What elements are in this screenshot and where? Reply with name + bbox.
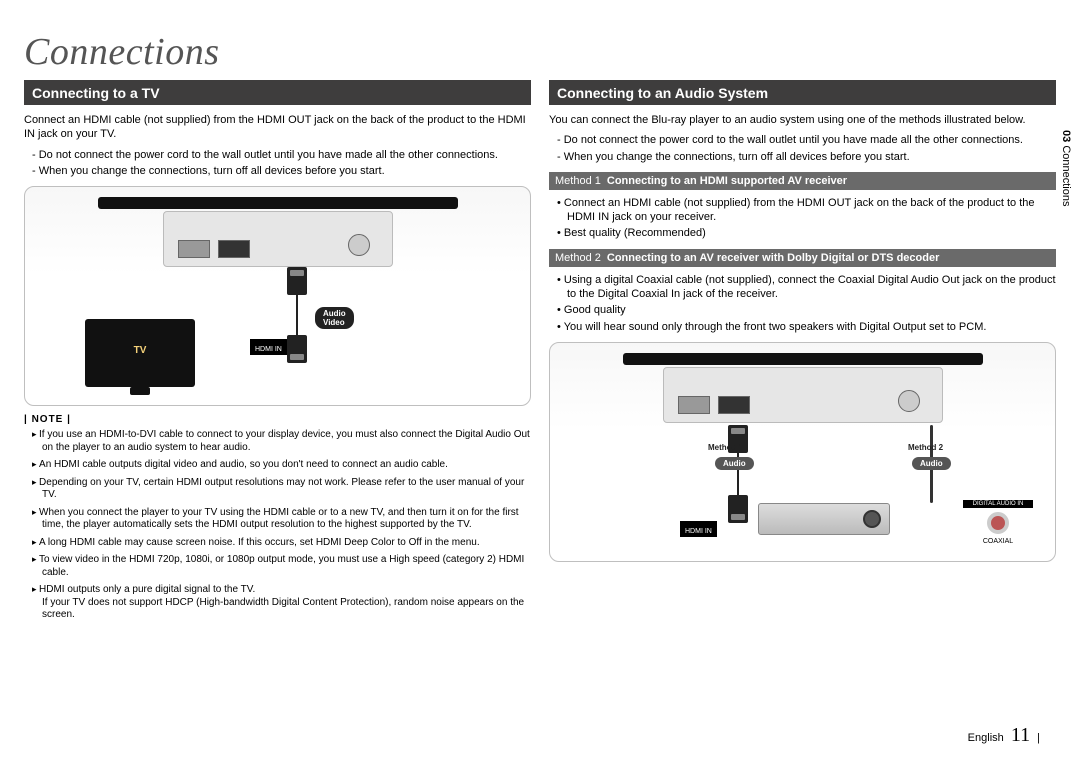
method2-tag: Method 2 <box>555 252 601 264</box>
lan-port-icon <box>678 396 710 414</box>
method1-title: Connecting to an HDMI supported AV recei… <box>607 175 847 187</box>
note-item: Depending on your TV, certain HDMI outpu… <box>32 477 531 502</box>
tv-connection-diagram: Audio Video TV HDMI IN <box>24 186 531 406</box>
coax-footer: COAXIAL <box>963 538 1033 545</box>
player-device <box>98 197 458 209</box>
note-label: | NOTE | <box>24 414 531 425</box>
hdmi-in-label: HDMI IN <box>250 339 287 355</box>
hdmi-cable <box>296 295 298 335</box>
method2-diagram-label: Method 2 <box>908 443 943 452</box>
page-footer: English 11 | <box>968 724 1040 747</box>
bullet-item: Good quality <box>557 303 1056 317</box>
hdmi-plug-icon <box>287 335 307 363</box>
method1-tag: Method 1 <box>555 175 601 187</box>
coaxial-out-port-icon <box>898 390 920 412</box>
audio-pill: Audio <box>715 457 754 470</box>
bullet-item: You will hear sound only through the fro… <box>557 320 1056 334</box>
left-column: Connecting to a TV Connect an HDMI cable… <box>24 80 531 628</box>
warning-item: When you change the connections, turn of… <box>557 150 1056 164</box>
coax-header: DIGITAL AUDIO IN <box>963 500 1033 508</box>
note-item: A long HDMI cable may cause screen noise… <box>32 537 531 550</box>
method2-title: Connecting to an AV receiver with Dolby … <box>607 252 940 264</box>
audio-warnings: Do not connect the power cord to the wal… <box>549 133 1056 164</box>
av-receiver-icon <box>758 503 890 535</box>
coaxial-jack-icon <box>987 512 1009 534</box>
bullet-item: Connect an HDMI cable (not supplied) fro… <box>557 196 1056 225</box>
note-item: When you connect the player to your TV u… <box>32 507 531 532</box>
warning-item: Do not connect the power cord to the wal… <box>32 148 531 162</box>
tv-intro: Connect an HDMI cable (not supplied) fro… <box>24 113 531 142</box>
hdmi-out-port-icon <box>718 396 750 414</box>
method2-bullets: Using a digital Coaxial cable (not suppl… <box>549 273 1056 334</box>
note-item: An HDMI cable outputs digital video and … <box>32 459 531 472</box>
method2-bar: Method 2 Connecting to an AV receiver wi… <box>549 249 1056 267</box>
hdmi-out-port-icon <box>218 240 250 258</box>
tv-label: TV <box>85 345 195 356</box>
coaxial-in-box: DIGITAL AUDIO IN COAXIAL <box>963 500 1033 545</box>
side-tab-label: Connections <box>1060 145 1072 206</box>
page-number: 11 <box>1011 724 1030 746</box>
method1-diagram-label: Method 1 <box>708 443 743 452</box>
heading-connecting-tv: Connecting to a TV <box>24 80 531 105</box>
hdmi-in-label: HDMI IN <box>680 521 717 537</box>
player-device <box>623 353 983 365</box>
hdmi-plug-icon <box>287 267 307 295</box>
warning-item: Do not connect the power cord to the wal… <box>557 133 1056 147</box>
rear-panel <box>163 211 393 267</box>
note-item: To view video in the HDMI 720p, 1080i, o… <box>32 554 531 579</box>
note-item: HDMI outputs only a pure digital signal … <box>32 584 531 622</box>
coaxial-out-port-icon <box>348 234 370 256</box>
note-item: If you use an HDMI-to-DVI cable to conne… <box>32 429 531 454</box>
tv-warnings: Do not connect the power cord to the wal… <box>24 148 531 179</box>
warning-item: When you change the connections, turn of… <box>32 164 531 178</box>
footer-lang: English <box>968 732 1004 744</box>
method1-bar: Method 1 Connecting to an HDMI supported… <box>549 172 1056 190</box>
side-tab-num: 03 <box>1060 130 1072 142</box>
footer-sep: | <box>1037 732 1040 744</box>
heading-connecting-audio: Connecting to an Audio System <box>549 80 1056 105</box>
right-column: Connecting to an Audio System You can co… <box>549 80 1056 628</box>
audio-connection-diagram: Method 1 Audio HDMI IN Method 2 Audio DI… <box>549 342 1056 562</box>
audio-intro: You can connect the Blu-ray player to an… <box>549 113 1056 127</box>
bullet-item: Best quality (Recommended) <box>557 226 1056 240</box>
method1-bullets: Connect an HDMI cable (not supplied) fro… <box>549 196 1056 241</box>
audio-video-pill: Audio Video <box>315 307 354 329</box>
rear-panel <box>663 367 943 423</box>
tv-notes: If you use an HDMI-to-DVI cable to conne… <box>24 429 531 622</box>
side-tab: 03 Connections <box>1060 130 1072 206</box>
page-title: Connections <box>24 30 1056 74</box>
tv-icon: TV <box>85 319 195 387</box>
lan-port-icon <box>178 240 210 258</box>
bullet-item: Using a digital Coaxial cable (not suppl… <box>557 273 1056 302</box>
audio-pill: Audio <box>912 457 951 470</box>
hdmi-plug-icon <box>728 495 748 523</box>
